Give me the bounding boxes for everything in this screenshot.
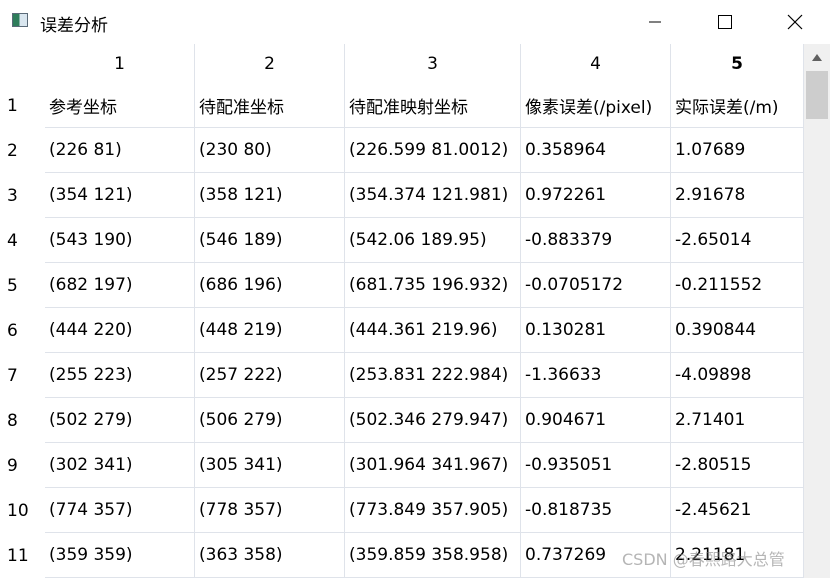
table-cell[interactable]: -4.09898 <box>671 353 804 398</box>
maximize-button[interactable] <box>690 0 760 44</box>
table-cell[interactable]: -0.818735 <box>521 488 671 533</box>
table-cell[interactable]: 0.130281 <box>521 308 671 353</box>
table-cell[interactable]: (302 341) <box>45 443 195 488</box>
scroll-up-arrow-icon <box>812 53 822 61</box>
table-cell[interactable]: (686 196) <box>195 263 345 308</box>
row-header-10[interactable]: 10 <box>0 488 45 533</box>
column-header-1[interactable]: 1 <box>45 44 195 83</box>
table-cell[interactable]: (506 279) <box>195 398 345 443</box>
table-cell[interactable]: 0.904671 <box>521 398 671 443</box>
maximize-icon <box>718 15 732 29</box>
table-cell[interactable]: 待配准坐标 <box>195 83 345 128</box>
table-cell[interactable]: (363 358) <box>195 533 345 578</box>
column-header-5[interactable]: 5 <box>671 44 804 83</box>
table-cell[interactable]: (774 357) <box>45 488 195 533</box>
table-cell[interactable]: 0.972261 <box>521 173 671 218</box>
table-cell[interactable]: (255 223) <box>45 353 195 398</box>
column-header-2[interactable]: 2 <box>195 44 345 83</box>
table-cell[interactable]: (253.831 222.984) <box>345 353 521 398</box>
table-cell[interactable]: (546 189) <box>195 218 345 263</box>
table-cell[interactable]: (543 190) <box>45 218 195 263</box>
table-cell[interactable]: (305 341) <box>195 443 345 488</box>
table-cell[interactable]: (542.06 189.95) <box>345 218 521 263</box>
watermark: CSDN @春熙路大总管 <box>622 550 785 569</box>
table-cell[interactable]: 0.390844 <box>671 308 804 353</box>
table-cell[interactable]: 1.07689 <box>671 128 804 173</box>
table-cell[interactable]: (773.849 357.905) <box>345 488 521 533</box>
row-header-7[interactable]: 7 <box>0 353 45 398</box>
table-cell[interactable]: -2.65014 <box>671 218 804 263</box>
table-cell[interactable]: -2.45621 <box>671 488 804 533</box>
table-cell[interactable]: (502 279) <box>45 398 195 443</box>
row-header-8[interactable]: 8 <box>0 398 45 443</box>
minimize-button[interactable] <box>620 0 690 44</box>
table-cell[interactable]: (358 121) <box>195 173 345 218</box>
row-header-6[interactable]: 6 <box>0 308 45 353</box>
row-header-2[interactable]: 2 <box>0 128 45 173</box>
table-cell[interactable]: (444.361 219.96) <box>345 308 521 353</box>
table-cell[interactable]: 0.358964 <box>521 128 671 173</box>
table-corner[interactable] <box>0 44 45 83</box>
table-cell[interactable]: (359.859 358.958) <box>345 533 521 578</box>
row-header-3[interactable]: 3 <box>0 173 45 218</box>
close-button[interactable] <box>760 0 830 44</box>
title-bar: 误差分析 <box>0 0 830 44</box>
table-cell[interactable]: -0.883379 <box>521 218 671 263</box>
table-cell[interactable]: 2.91678 <box>671 173 804 218</box>
table-cell[interactable]: (301.964 341.967) <box>345 443 521 488</box>
table-cell[interactable]: (682 197) <box>45 263 195 308</box>
table-cell[interactable]: (448 219) <box>195 308 345 353</box>
table-cell[interactable]: (359 359) <box>45 533 195 578</box>
table-cell[interactable]: (354.374 121.981) <box>345 173 521 218</box>
table-cell[interactable]: (444 220) <box>45 308 195 353</box>
minimize-icon <box>649 21 661 23</box>
table-cell[interactable]: (226.599 81.0012) <box>345 128 521 173</box>
table-cell[interactable]: (681.735 196.932) <box>345 263 521 308</box>
row-header-1[interactable]: 1 <box>0 83 45 128</box>
row-header-5[interactable]: 5 <box>0 263 45 308</box>
vertical-scrollbar[interactable] <box>804 44 830 578</box>
table-cell[interactable]: -0.935051 <box>521 443 671 488</box>
data-table: 1 2 3 4 5 1 参考坐标 待配准坐标 待配准映射坐标 像素误差(/pixel) 实际误差(/… <box>0 44 804 578</box>
column-header-4[interactable]: 4 <box>521 44 671 83</box>
row-header-11[interactable]: 11 <box>0 533 45 578</box>
table-cell[interactable]: -0.0705172 <box>521 263 671 308</box>
close-icon <box>787 14 803 30</box>
column-header-3[interactable]: 3 <box>345 44 521 83</box>
row-header-9[interactable]: 9 <box>0 443 45 488</box>
table-cell[interactable]: -0.211552 <box>671 263 804 308</box>
table-cell[interactable]: 2.71401 <box>671 398 804 443</box>
table-cell[interactable]: 参考坐标 <box>45 83 195 128</box>
table-cell[interactable]: (226 81) <box>45 128 195 173</box>
window-title: 误差分析 <box>40 16 108 36</box>
table-cell[interactable]: (257 222) <box>195 353 345 398</box>
table-cell[interactable]: 待配准映射坐标 <box>345 83 521 128</box>
row-header-4[interactable]: 4 <box>0 218 45 263</box>
app-icon <box>12 13 28 27</box>
table-cell[interactable]: -2.80515 <box>671 443 804 488</box>
table-cell[interactable]: (502.346 279.947) <box>345 398 521 443</box>
scroll-up-button[interactable] <box>804 44 830 70</box>
table-cell[interactable]: (230 80) <box>195 128 345 173</box>
table-cell[interactable]: (354 121) <box>45 173 195 218</box>
table-cell[interactable]: 实际误差(/m) <box>671 83 804 128</box>
scroll-thumb[interactable] <box>806 71 828 119</box>
table-cell[interactable]: -1.36633 <box>521 353 671 398</box>
table-cell[interactable]: 像素误差(/pixel) <box>521 83 671 128</box>
table-cell[interactable]: (778 357) <box>195 488 345 533</box>
